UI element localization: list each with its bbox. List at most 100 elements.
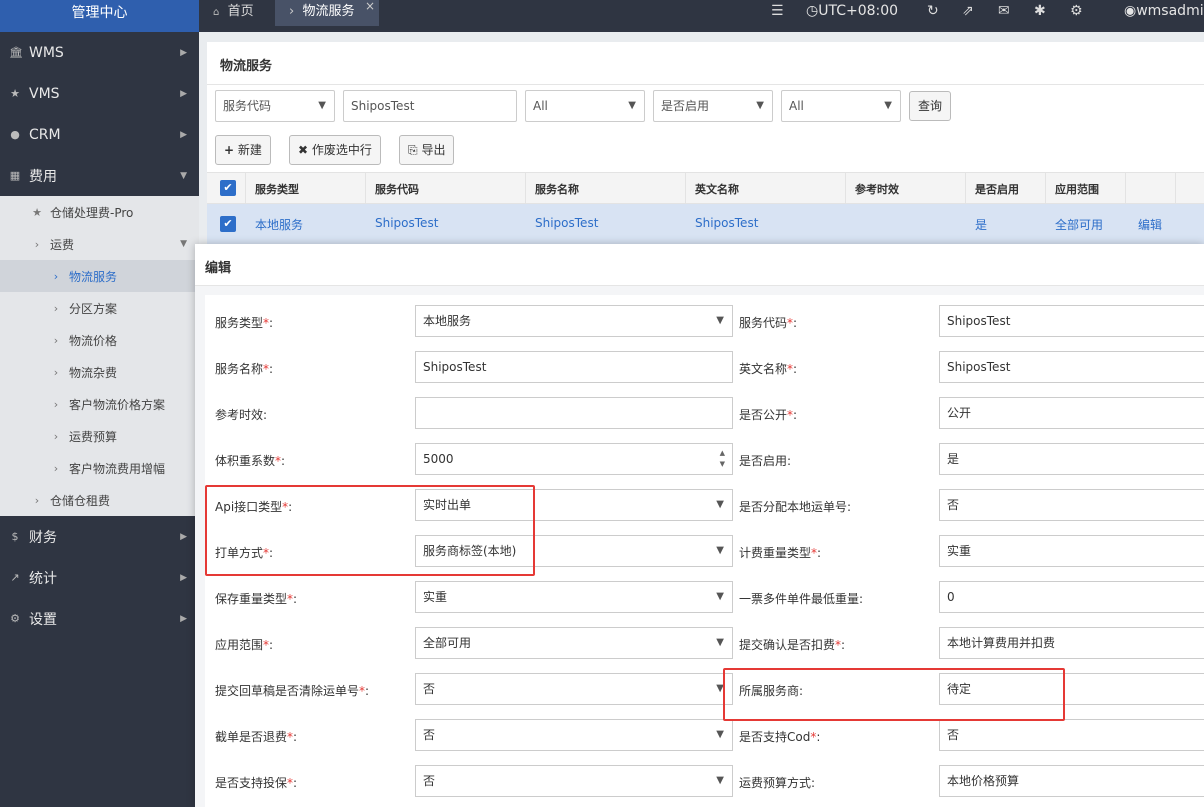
tab-home[interactable]: ⌂ 首页 bbox=[199, 0, 275, 26]
column-header[interactable]: 是否启用 bbox=[975, 181, 1019, 197]
filter-select-1[interactable]: All ▼ bbox=[525, 90, 645, 122]
divider bbox=[1045, 173, 1046, 205]
bug-icon[interactable]: ✱ bbox=[1034, 3, 1046, 19]
column-header[interactable]: 应用范围 bbox=[1055, 181, 1099, 197]
column-header[interactable]: 服务类型 bbox=[255, 181, 299, 197]
file-export-icon: ⎘ bbox=[408, 143, 418, 157]
is-enabled-input[interactable]: 是 bbox=[939, 443, 1204, 475]
search-field-select[interactable]: 服务代码 ▼ bbox=[215, 90, 335, 122]
cell-enabled[interactable]: 是 bbox=[975, 216, 987, 233]
sidebar-item-storage-rent[interactable]: › 仓储仓租费 bbox=[0, 484, 199, 516]
column-header[interactable]: 服务名称 bbox=[535, 181, 579, 197]
keyword-value: ShiposTest bbox=[351, 99, 415, 113]
keyword-input[interactable]: ShiposTest bbox=[343, 90, 517, 122]
table-row[interactable]: ✔ 本地服务 ShiposTest ShiposTest ShiposTest … bbox=[207, 204, 1204, 244]
table-header: ✔ 服务类型 服务代码 服务名称 英文名称 参考时效 是否启用 应用范围 bbox=[207, 172, 1204, 205]
nav-stats[interactable]: ↗ 统计 ▶ bbox=[0, 557, 199, 598]
assign-local-tracking-input[interactable]: 否 bbox=[939, 489, 1204, 521]
nav-wms[interactable]: 🏛 WMS ▶ bbox=[0, 32, 199, 73]
cell-service-name[interactable]: ShiposTest bbox=[535, 216, 598, 230]
scope-select[interactable]: 全部可用 ▼ bbox=[415, 627, 733, 659]
deduct-on-confirm-value: 本地计算费用并扣费 bbox=[947, 636, 1056, 650]
reference-eta-input[interactable] bbox=[415, 397, 733, 429]
caret-down-icon: ▼ bbox=[716, 315, 724, 326]
chevron-right-icon: ▶ bbox=[180, 572, 187, 583]
sidebar-item-customer-price-scheme[interactable]: › 客户物流价格方案 bbox=[0, 388, 199, 420]
select-all-checkbox[interactable]: ✔ bbox=[220, 180, 236, 196]
is-public-input[interactable]: 公开 bbox=[939, 397, 1204, 429]
sidebar-item-freight-budget[interactable]: › 运费预算 bbox=[0, 420, 199, 452]
timezone-display[interactable]: ◷UTC+08:00 bbox=[806, 3, 898, 19]
support-insurance-label-text: 是否支持投保 bbox=[215, 776, 288, 790]
column-header[interactable]: 英文名称 bbox=[695, 181, 739, 197]
cell-service-type[interactable]: 本地服务 bbox=[255, 216, 303, 233]
sidebar-item-zone-scheme[interactable]: › 分区方案 bbox=[0, 292, 199, 324]
export-button-label: 导出 bbox=[421, 143, 446, 157]
nav-vms[interactable]: ★ VMS ▶ bbox=[0, 73, 199, 114]
mail-icon[interactable]: ✉ bbox=[998, 3, 1010, 19]
void-selected-button[interactable]: ✖ 作废选中行 bbox=[289, 135, 381, 165]
clear-tracking-on-draft-value: 否 bbox=[423, 682, 436, 696]
english-name-input[interactable]: ShiposTest bbox=[939, 351, 1204, 383]
query-button[interactable]: 查询 bbox=[909, 91, 952, 121]
star-icon: ★ bbox=[32, 205, 42, 219]
export-button[interactable]: ⎘ 导出 bbox=[399, 135, 455, 165]
support-cod-input[interactable]: 否 bbox=[939, 719, 1204, 751]
save-weight-type-label-text: 保存重量类型 bbox=[215, 592, 288, 606]
filter-select-2[interactable]: All ▼ bbox=[781, 90, 901, 122]
new-button[interactable]: + 新建 bbox=[215, 135, 271, 165]
support-insurance-value: 否 bbox=[423, 774, 436, 788]
external-link-icon[interactable]: ⇗ bbox=[962, 3, 974, 19]
english-name-label: 英文名称*: bbox=[739, 360, 797, 377]
sidebar-item-freight[interactable]: › 运费 ▼ bbox=[0, 228, 199, 260]
number-spinner-icon[interactable]: ▲ ▼ bbox=[720, 448, 725, 470]
tab-logistics-service[interactable]: › 物流服务 × bbox=[275, 0, 379, 26]
nav-settings-label: 设置 bbox=[29, 611, 57, 628]
support-insurance-select[interactable]: 否 ▼ bbox=[415, 765, 733, 797]
cell-scope[interactable]: 全部可用 bbox=[1055, 216, 1103, 233]
service-code-input[interactable]: ShiposTest bbox=[939, 305, 1204, 337]
column-header[interactable]: 参考时效 bbox=[855, 181, 899, 197]
refresh-icon[interactable]: ↻ bbox=[927, 3, 939, 19]
username-label: wmsadmin0 bbox=[1136, 3, 1204, 19]
nav-crm[interactable]: ● CRM ▶ bbox=[0, 114, 199, 155]
sidebar-item-warehouse-fee[interactable]: ★ 仓储处理费-Pro bbox=[0, 196, 199, 228]
billing-weight-type-input[interactable]: 实重 bbox=[939, 535, 1204, 567]
deduct-on-confirm-input[interactable]: 本地计算费用并扣费 bbox=[939, 627, 1204, 659]
sidebar-item-logistics-price[interactable]: › 物流价格 bbox=[0, 324, 199, 356]
enabled-filter-select[interactable]: 是否启用 ▼ bbox=[653, 90, 773, 122]
save-weight-type-select[interactable]: 实重 ▼ bbox=[415, 581, 733, 613]
sidebar-item-logistics-misc[interactable]: › 物流杂费 bbox=[0, 356, 199, 388]
service-name-input[interactable]: ShiposTest bbox=[415, 351, 733, 383]
menu-toggle-icon[interactable]: ☰ bbox=[771, 3, 784, 19]
cell-service-code[interactable]: ShiposTest bbox=[375, 216, 438, 230]
cell-english-name[interactable]: ShiposTest bbox=[695, 216, 758, 230]
top-bar: ⌂ 首页 › 物流服务 × ☰ ◷UTC+08:00 ↻ ⇗ ✉ ✱ ⚙ ◉wms… bbox=[199, 0, 1204, 32]
service-type-label: 服务类型*: bbox=[215, 314, 273, 331]
nav-settings[interactable]: ⚙ 设置 ▶ bbox=[0, 598, 199, 639]
close-icon[interactable]: × bbox=[365, 0, 375, 18]
service-type-select[interactable]: 本地服务 ▼ bbox=[415, 305, 733, 337]
gear-icon[interactable]: ⚙ bbox=[1070, 3, 1083, 19]
row-checkbox[interactable]: ✔ bbox=[220, 216, 236, 232]
chevron-right-icon: › bbox=[34, 493, 40, 507]
column-header[interactable]: 服务代码 bbox=[375, 181, 419, 197]
clear-tracking-on-draft-select[interactable]: 否 ▼ bbox=[415, 673, 733, 705]
sidebar-item-label: 物流杂费 bbox=[69, 365, 118, 380]
freight-budget-method-input[interactable]: 本地价格预算 bbox=[939, 765, 1204, 797]
sidebar-item-customer-fee-increase[interactable]: › 客户物流费用增幅 bbox=[0, 452, 199, 484]
sidebar-item-logistics-service[interactable]: › 物流服务 bbox=[0, 260, 199, 292]
save-weight-type-colon: : bbox=[293, 592, 298, 606]
refund-on-intercept-select[interactable]: 否 ▼ bbox=[415, 719, 733, 751]
nav-fees[interactable]: ▦ 费用 ▼ bbox=[0, 155, 199, 196]
new-button-label: 新建 bbox=[237, 143, 262, 157]
nav-finance[interactable]: $ 财务 ▶ bbox=[0, 516, 199, 557]
volume-factor-input[interactable]: 5000 ▲ ▼ bbox=[415, 443, 733, 475]
min-piece-weight-input[interactable]: 0 bbox=[939, 581, 1204, 613]
edit-link[interactable]: 编辑 bbox=[1138, 216, 1162, 233]
freight-budget-method-colon: : bbox=[811, 776, 816, 790]
divider bbox=[365, 173, 366, 205]
table-icon: ▦ bbox=[9, 169, 21, 182]
user-menu[interactable]: ◉wmsadmin0 bbox=[1124, 3, 1204, 19]
line-chart-icon: ↗ bbox=[10, 571, 20, 584]
